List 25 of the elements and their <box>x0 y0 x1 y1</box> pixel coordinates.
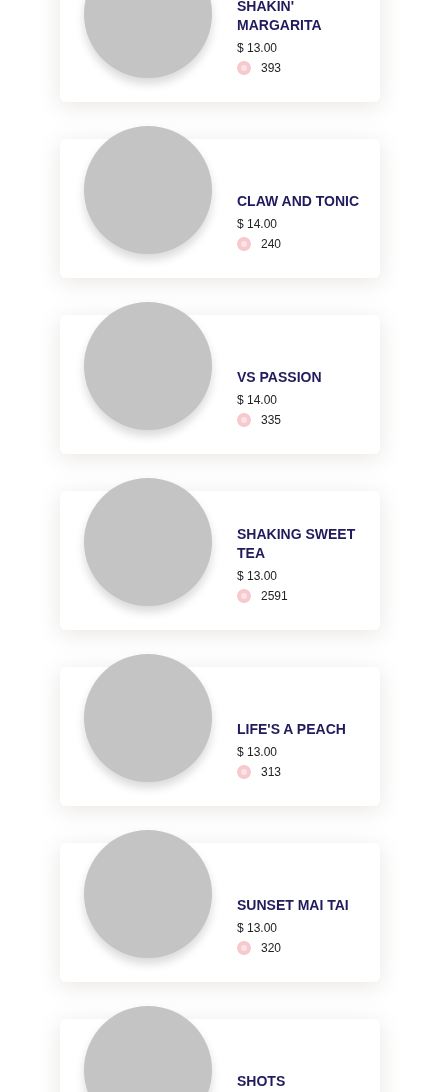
like-count: 240 <box>261 237 282 251</box>
item-price: $ 14.00 <box>237 217 279 231</box>
item-price: $ 13.00 <box>237 921 279 935</box>
item-price: $ 14.00 <box>237 393 279 407</box>
item-name: SHOTS <box>237 1072 287 1091</box>
like-count: 320 <box>261 941 282 955</box>
like-count: 335 <box>261 413 282 427</box>
item-name: SHAKING SWEET TEA <box>237 525 357 563</box>
item-price: $ 13.00 <box>237 569 279 583</box>
item-name: VS PASSION <box>237 368 323 387</box>
like-count: 393 <box>261 61 282 75</box>
like-icon <box>237 765 251 779</box>
item-name: CLAW AND TONIC <box>237 192 360 211</box>
item-name: SHAKIN' MARGARITA <box>237 0 323 35</box>
like-icon <box>237 413 251 427</box>
like-count: 2591 <box>261 589 288 603</box>
like-icon <box>237 941 251 955</box>
like-icon <box>237 589 251 603</box>
like-icon <box>237 61 251 75</box>
like-icon <box>237 237 251 251</box>
item-name: SUNSET MAI TAI <box>237 896 350 915</box>
like-count: 313 <box>261 765 282 779</box>
item-name: LIFE'S A PEACH <box>237 720 347 739</box>
item-price: $ 13.00 <box>237 745 279 759</box>
item-price: $ 13.00 <box>237 41 279 55</box>
